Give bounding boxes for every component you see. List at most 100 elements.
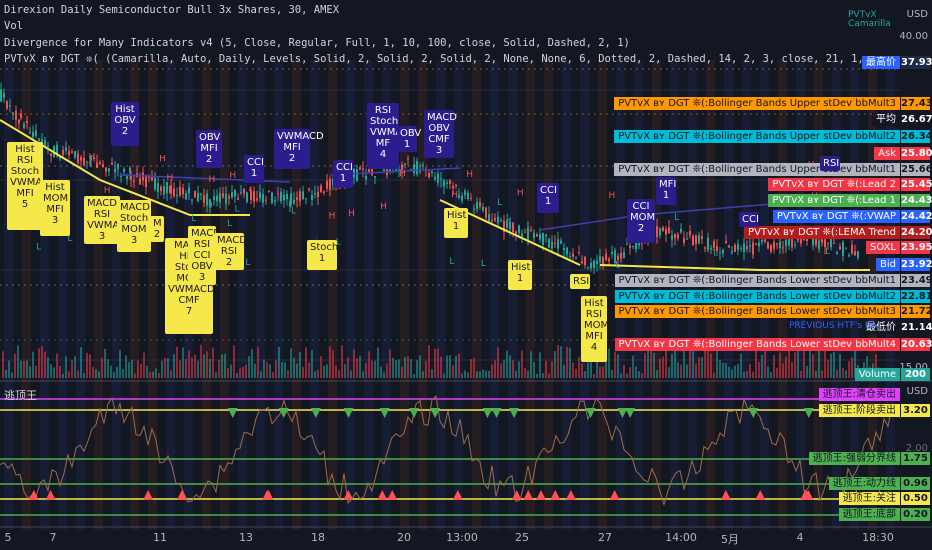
price-line-value: 23.49 bbox=[901, 274, 932, 287]
price-line-value: 25.80 bbox=[901, 147, 932, 160]
candle-body bbox=[722, 249, 724, 254]
volume-bar bbox=[227, 367, 229, 378]
volume-bar bbox=[20, 360, 22, 378]
divergence-label: OBV 1 bbox=[397, 126, 421, 152]
volume-bar bbox=[776, 368, 778, 378]
volume-bar bbox=[386, 363, 388, 378]
volume-bar bbox=[518, 361, 520, 378]
candle-body bbox=[323, 191, 325, 193]
volume-bar bbox=[242, 367, 244, 378]
volume-bar bbox=[764, 346, 766, 378]
volume-bar bbox=[176, 346, 178, 378]
volume-bar bbox=[29, 366, 31, 378]
divergence-legend[interactable]: Divergence for Many Indicators v4 (5, Cl… bbox=[4, 37, 630, 49]
volume-bar bbox=[308, 362, 310, 378]
volume-bar bbox=[263, 359, 265, 378]
volume-bar bbox=[32, 351, 34, 378]
candle-body bbox=[176, 194, 178, 196]
volume-bar bbox=[476, 371, 478, 378]
volume-bar bbox=[539, 352, 541, 378]
candle-body bbox=[794, 244, 796, 246]
candle-body bbox=[222, 193, 224, 197]
divergence-label: CCI MOM 2 bbox=[627, 199, 655, 243]
candle-body bbox=[228, 196, 230, 199]
candle-body bbox=[96, 162, 98, 168]
volume-bar bbox=[284, 362, 286, 378]
candle-body bbox=[512, 222, 514, 233]
candle-body bbox=[253, 191, 255, 202]
volume-bar bbox=[695, 363, 697, 378]
candle-body bbox=[734, 244, 736, 252]
volume-legend[interactable]: Vol bbox=[4, 20, 23, 32]
volume-bar bbox=[140, 363, 142, 378]
candle-body bbox=[755, 243, 757, 245]
sell-signal-triangle bbox=[409, 408, 420, 418]
volume-bar bbox=[26, 360, 28, 378]
candle-body bbox=[662, 227, 664, 232]
volume-bar bbox=[368, 351, 370, 378]
candle-body bbox=[437, 173, 439, 183]
candle-body bbox=[497, 216, 499, 224]
volume-bar bbox=[212, 347, 214, 378]
candle-body bbox=[356, 169, 358, 181]
volume-bar bbox=[653, 352, 655, 378]
candle-body bbox=[77, 153, 79, 164]
volume-bar bbox=[236, 372, 238, 378]
divergence-label: Hist OBV 2 bbox=[111, 102, 139, 146]
lower-axis-currency[interactable]: USD bbox=[907, 386, 928, 397]
candle-body bbox=[23, 123, 25, 129]
volume-bar bbox=[353, 349, 355, 378]
pivot-low-mark: L bbox=[615, 261, 620, 271]
volume-bar bbox=[623, 365, 625, 378]
divergence-label: MACD RSI CCI OBV 3 bbox=[188, 226, 221, 285]
volume-bar bbox=[614, 351, 616, 378]
volume-bar bbox=[677, 362, 679, 378]
volume-bar bbox=[635, 366, 637, 378]
volume-bar bbox=[275, 360, 277, 378]
candle-body bbox=[185, 193, 187, 200]
pivot-low-mark: L bbox=[713, 248, 718, 258]
candle-body bbox=[482, 206, 484, 211]
candle-body bbox=[770, 245, 772, 252]
candle-body bbox=[584, 256, 586, 266]
volume-bar bbox=[464, 370, 466, 378]
pivot-low-mark: L bbox=[481, 259, 486, 269]
volume-bar bbox=[503, 360, 505, 378]
volume-bar bbox=[305, 347, 307, 378]
pivot-low-mark: L bbox=[245, 258, 250, 268]
lower-pane-title[interactable]: 逃顶王 bbox=[4, 387, 37, 403]
candle-body bbox=[268, 191, 270, 193]
level-label: 逃顶王:阶段卖出 bbox=[818, 404, 900, 417]
volume-bar bbox=[452, 365, 454, 378]
price-line-label: PVTvX ʙʏ DGT ❊(:VWAP bbox=[772, 210, 900, 223]
candle-body bbox=[656, 226, 658, 237]
volume-bar bbox=[47, 357, 49, 378]
volume-bar bbox=[656, 370, 658, 378]
volume-bar bbox=[302, 367, 304, 378]
candle-body bbox=[68, 150, 70, 156]
volume-bar bbox=[335, 365, 337, 378]
candle-body bbox=[629, 245, 631, 248]
pvt-legend[interactable]: PVTvX ʙʏ DGT ❊( (Camarilla, Auto, Daily,… bbox=[4, 53, 864, 65]
volume-bar bbox=[128, 361, 130, 378]
candle-body bbox=[428, 172, 430, 178]
candle-body bbox=[286, 193, 288, 200]
candle-body bbox=[674, 234, 676, 238]
volume-bar bbox=[740, 353, 742, 378]
candle-body bbox=[29, 132, 31, 134]
volume-bar bbox=[671, 353, 673, 378]
candle-body bbox=[6, 101, 8, 109]
axis-currency[interactable]: USD bbox=[907, 9, 928, 20]
volume-bar bbox=[581, 363, 583, 378]
pivot-high-mark: H bbox=[329, 211, 336, 221]
price-line-label: PVTvX ʙʏ DGT ❊(:Lead 2 bbox=[768, 178, 900, 191]
time-tick: 7 bbox=[49, 531, 57, 544]
level-label: 逃顶王:强弱分界线 bbox=[808, 452, 900, 465]
candle-body bbox=[213, 196, 215, 200]
volume-bar bbox=[593, 373, 595, 378]
symbol-legend[interactable]: Direxion Daily Semiconductor Bull 3x Sha… bbox=[4, 4, 339, 16]
volume-bar bbox=[380, 366, 382, 378]
volume-bar bbox=[545, 360, 547, 378]
pivot-low-mark: L bbox=[291, 206, 296, 216]
volume-bar bbox=[611, 369, 613, 378]
